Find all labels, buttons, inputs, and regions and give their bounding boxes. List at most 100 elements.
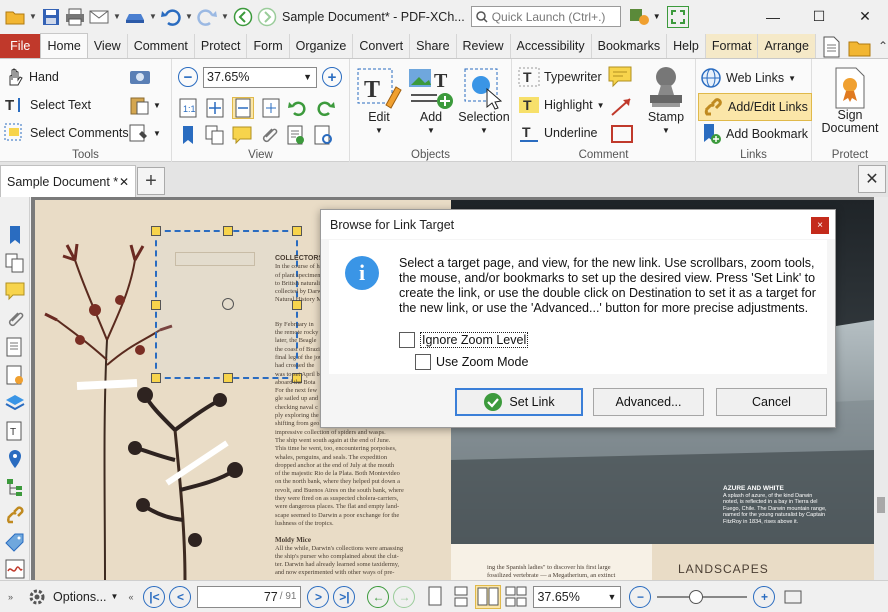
- properties-icon[interactable]: [286, 125, 306, 145]
- dialog-close-button[interactable]: ×: [811, 217, 829, 234]
- thumbnails-panel-icon[interactable]: [5, 253, 25, 273]
- rotate-left-icon[interactable]: [288, 98, 308, 118]
- sticky-note-button[interactable]: [608, 65, 634, 89]
- chevron-down-icon[interactable]: ▼: [28, 12, 38, 21]
- forward-icon[interactable]: [256, 6, 278, 28]
- zoom-in-button[interactable]: +: [753, 585, 776, 608]
- attachments-panel-icon[interactable]: [5, 309, 25, 329]
- checkbox-box[interactable]: [399, 332, 415, 348]
- chevron-down-icon[interactable]: ▼: [653, 12, 661, 21]
- last-page-button[interactable]: >|: [333, 585, 356, 608]
- chevron-down-icon[interactable]: ▼: [184, 12, 194, 21]
- bookmark-icon[interactable]: [178, 125, 198, 145]
- chevron-down-icon[interactable]: ▼: [112, 12, 122, 21]
- comments-panel-icon[interactable]: [5, 281, 25, 301]
- advanced-button[interactable]: Advanced...: [593, 388, 704, 416]
- close-document-button[interactable]: ✕: [858, 165, 886, 193]
- scanner-icon[interactable]: [124, 6, 146, 28]
- save-icon[interactable]: [40, 6, 62, 28]
- chevron-down-icon[interactable]: ▼: [220, 12, 230, 21]
- single-page-icon[interactable]: [425, 586, 445, 608]
- tab-review[interactable]: Review: [457, 34, 511, 58]
- links-panel-icon[interactable]: [5, 505, 25, 525]
- checkbox-box[interactable]: [415, 354, 431, 370]
- page-number-input[interactable]: 77 / 91: [197, 585, 302, 608]
- structure-panel-icon[interactable]: [5, 477, 25, 497]
- web-links-button[interactable]: Web Links ▼: [700, 67, 796, 89]
- collapse-icon[interactable]: «: [128, 592, 133, 602]
- collapse-ribbon-icon[interactable]: ⌃: [878, 39, 888, 58]
- zoom-slider[interactable]: [657, 586, 748, 608]
- resize-handle[interactable]: [223, 226, 233, 236]
- pages-icon[interactable]: [205, 125, 225, 145]
- hand-tool-button[interactable]: Hand: [5, 67, 59, 87]
- chevron-down-icon[interactable]: ▼: [111, 592, 119, 601]
- fit-page-icon[interactable]: [205, 98, 225, 118]
- format-painter-button[interactable]: ▼: [129, 123, 161, 143]
- chevron-down-icon[interactable]: ▼: [153, 101, 161, 110]
- use-zoom-mode-checkbox[interactable]: Use Zoom Mode: [415, 354, 528, 370]
- edit-button[interactable]: T Edit ▼: [354, 65, 404, 137]
- tab-view[interactable]: View: [88, 34, 128, 58]
- facing-continuous-icon[interactable]: [505, 586, 527, 608]
- content-panel-icon[interactable]: [5, 365, 25, 385]
- rotate-right-icon[interactable]: [315, 98, 335, 118]
- first-page-button[interactable]: |<: [143, 585, 166, 608]
- forward-view-button[interactable]: →: [393, 585, 416, 608]
- bookmarks-panel-icon[interactable]: [5, 225, 25, 245]
- actual-size-icon[interactable]: 1:1: [178, 98, 198, 118]
- destinations-panel-icon[interactable]: [5, 449, 25, 469]
- undo-icon[interactable]: [160, 6, 182, 28]
- resize-handle[interactable]: [223, 373, 233, 383]
- new-tab-button[interactable]: +: [137, 167, 165, 195]
- signatures-panel-icon[interactable]: [5, 559, 25, 579]
- chevron-down-icon[interactable]: ▼: [148, 12, 158, 21]
- close-tab-icon[interactable]: ✕: [119, 175, 129, 189]
- underline-button[interactable]: T Underline: [518, 123, 598, 143]
- tab-file[interactable]: File: [0, 34, 41, 58]
- back-icon[interactable]: [232, 6, 254, 28]
- previous-page-button[interactable]: <: [169, 585, 192, 608]
- zoom-out-button[interactable]: −: [178, 67, 198, 87]
- minimize-button[interactable]: —: [750, 0, 796, 33]
- gear-icon[interactable]: [27, 587, 47, 607]
- tab-accessibility[interactable]: Accessibility: [511, 34, 592, 58]
- arrow-tool-button[interactable]: [610, 95, 634, 117]
- zoom-select[interactable]: 37.65% ▼: [203, 67, 317, 88]
- tab-bookmarks[interactable]: Bookmarks: [592, 34, 668, 58]
- document-tab[interactable]: Sample Document * ✕: [0, 165, 136, 197]
- back-view-button[interactable]: ←: [367, 585, 390, 608]
- set-link-button[interactable]: Set Link: [455, 388, 583, 416]
- document-settings-icon[interactable]: [313, 125, 333, 145]
- zoom-level-select[interactable]: 37.65% ▼: [533, 585, 622, 608]
- close-window-button[interactable]: ✕: [842, 0, 888, 33]
- maximize-button[interactable]: ☐: [796, 0, 842, 33]
- clipboard-button[interactable]: ▼: [129, 95, 161, 115]
- zoom-out-button[interactable]: −: [629, 585, 652, 608]
- zoom-in-button[interactable]: +: [322, 67, 342, 87]
- scrollbar-thumb[interactable]: [877, 497, 885, 513]
- tab-home[interactable]: Home: [40, 33, 88, 58]
- tag-panel-icon[interactable]: [5, 533, 25, 553]
- add-button[interactable]: T Add ▼: [406, 65, 456, 137]
- select-comments-button[interactable]: Select Comments: [4, 123, 129, 143]
- facing-pages-icon[interactable]: [475, 584, 502, 609]
- selection-button[interactable]: Selection ▼: [458, 65, 510, 137]
- highlight-button[interactable]: T Highlight ▼: [518, 95, 605, 115]
- attachment-icon[interactable]: [259, 125, 279, 145]
- resize-handle[interactable]: [292, 226, 302, 236]
- cancel-button[interactable]: Cancel: [716, 388, 827, 416]
- sign-document-button[interactable]: Sign Document: [816, 67, 884, 135]
- fit-visible-icon[interactable]: [261, 98, 281, 118]
- customize-icon[interactable]: [629, 6, 653, 28]
- chevron-down-icon[interactable]: ▼: [597, 101, 605, 110]
- comments-list-icon[interactable]: [232, 125, 252, 145]
- continuous-page-icon[interactable]: [451, 586, 471, 608]
- typewriter-button[interactable]: T Typewriter: [518, 67, 602, 87]
- next-page-button[interactable]: >: [307, 585, 330, 608]
- fullscreen-icon[interactable]: [666, 5, 689, 28]
- add-bookmark-button[interactable]: Add Bookmark: [700, 123, 808, 145]
- fit-width-icon[interactable]: [232, 97, 254, 119]
- layers-panel-icon[interactable]: [5, 393, 25, 413]
- tab-share[interactable]: Share: [410, 34, 457, 58]
